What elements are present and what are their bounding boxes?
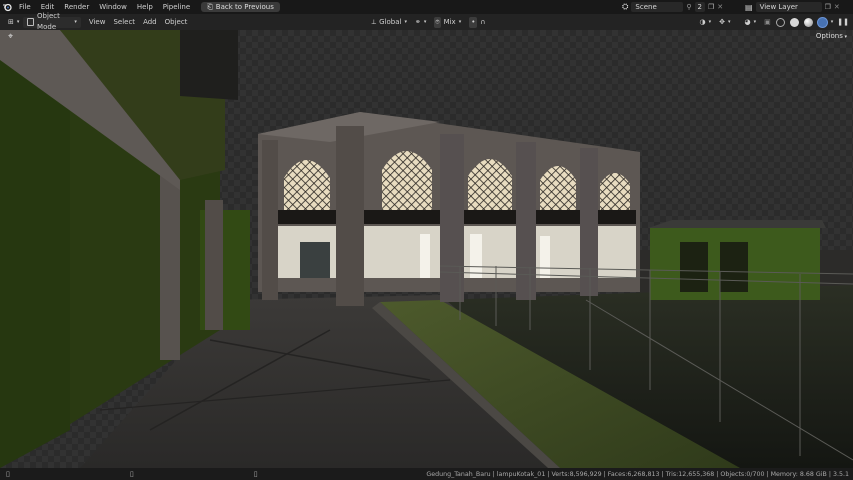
solid-shading-icon[interactable] (789, 17, 799, 27)
transform-orientation-dropdown[interactable]: ⟂ Global ▾ (367, 17, 411, 28)
visibility-dropdown[interactable]: ◑ ▾ (695, 17, 715, 28)
orientation-label: Global (379, 17, 402, 26)
menu-file[interactable]: File (14, 0, 36, 14)
top-menu-bar: File Edit Render Window Help Pipeline ⎗ … (0, 0, 853, 14)
copy-icon[interactable]: ❐ (708, 3, 714, 11)
view-layer-selector: ▤ View Layer ❐ ✕ (745, 2, 840, 12)
snap-icon: ⌾ (434, 16, 441, 28)
xray-toggle[interactable]: ▣ (760, 17, 775, 28)
snap-mode-label: Mix (443, 17, 456, 26)
shading-buttons: ▾ (775, 17, 833, 28)
xray-icon: ▣ (764, 17, 771, 26)
gizmo-icon: ✥ (719, 17, 725, 26)
pause-icon: ❚❚ (837, 17, 849, 26)
mouse-left-icon: ▯ (6, 470, 10, 478)
options-dropdown[interactable]: Options ▾ (816, 32, 847, 40)
scene-selector: ⛭ Scene ⚲ 2 ❐ ✕ (622, 2, 723, 12)
menu-help[interactable]: Help (132, 0, 158, 14)
rendered-scene (0, 30, 853, 468)
proportional-editing-toggle[interactable]: • ∩ (465, 16, 489, 28)
view-layer-icon[interactable]: ▤ (745, 3, 753, 12)
pause-render-button[interactable]: ❚❚ (833, 17, 853, 28)
back-icon: ⎗ (207, 3, 213, 11)
close-icon[interactable]: ✕ (717, 3, 723, 11)
back-to-previous-button[interactable]: ⎗ Back to Previous (201, 2, 280, 12)
wireframe-shading-icon[interactable] (775, 17, 785, 27)
add-menu[interactable]: Add (139, 17, 161, 28)
proportional-icon: • (469, 16, 478, 28)
status-bar: ▯ ▯ ▯ Gedung_Tanah_Baru | lampuKotak_01 … (0, 468, 853, 480)
scene-name-field[interactable]: Scene (631, 2, 684, 12)
menu-pipeline[interactable]: Pipeline (158, 0, 195, 14)
copy-icon[interactable]: ❐ (825, 3, 831, 11)
view-menu[interactable]: View (85, 17, 110, 28)
back-to-previous-label: Back to Previous (215, 3, 274, 11)
rendered-shading-icon[interactable] (817, 17, 827, 27)
scene-statistics: Gedung_Tanah_Baru | lampuKotak_01 | Vert… (426, 470, 849, 478)
falloff-icon: ∩ (480, 17, 486, 26)
object-mode-dropdown[interactable]: Object Mode ▾ (23, 12, 81, 31)
pin-icon[interactable]: ⚲ (686, 3, 691, 11)
blender-logo-icon[interactable] (0, 0, 14, 14)
material-shading-icon[interactable] (803, 17, 813, 27)
snap-dropdown[interactable]: ⌾ Mix ▾ (430, 16, 465, 28)
column-4 (580, 148, 598, 296)
view-layer-name-field[interactable]: View Layer (755, 2, 822, 12)
editor-type-button[interactable]: ⊞ ▾ (4, 17, 23, 28)
transform-orientation-icon: ⟂ (371, 17, 377, 26)
mouse-right-icon: ▯ (253, 470, 258, 478)
object-mode-icon (27, 18, 35, 26)
overlay-toggle[interactable]: ◕ ▾ (741, 17, 761, 28)
visibility-icon: ◑ (699, 17, 706, 26)
pivot-point-dropdown[interactable]: ⚭ ▾ (411, 17, 430, 28)
column-1 (336, 126, 364, 306)
viewport-editor-icon: ⊞ (8, 17, 14, 26)
arch-grill-4 (540, 166, 576, 214)
cursor-tool-icon[interactable]: ⌖ (8, 32, 13, 42)
options-label: Options (815, 32, 843, 40)
arch-grill-5 (600, 173, 630, 216)
column-3 (516, 142, 536, 300)
overlay-icon: ◕ (744, 17, 751, 26)
viewport-header: ⊞ ▾ Object Mode ▾ View Select Add Object … (0, 12, 853, 31)
mouse-middle-icon: ▯ (129, 470, 134, 478)
pivot-icon: ⚭ (414, 17, 421, 26)
scene-icon[interactable]: ⛭ (622, 2, 628, 12)
3d-viewport[interactable]: ⌖ Options ▾ (0, 30, 853, 468)
object-menu[interactable]: Object (161, 17, 192, 28)
scene-user-count[interactable]: 2 (694, 2, 706, 12)
menu-window[interactable]: Window (94, 0, 132, 14)
close-icon[interactable]: ✕ (834, 3, 840, 11)
gizmo-toggle[interactable]: ✥ ▾ (715, 17, 734, 28)
select-menu[interactable]: Select (109, 17, 139, 28)
